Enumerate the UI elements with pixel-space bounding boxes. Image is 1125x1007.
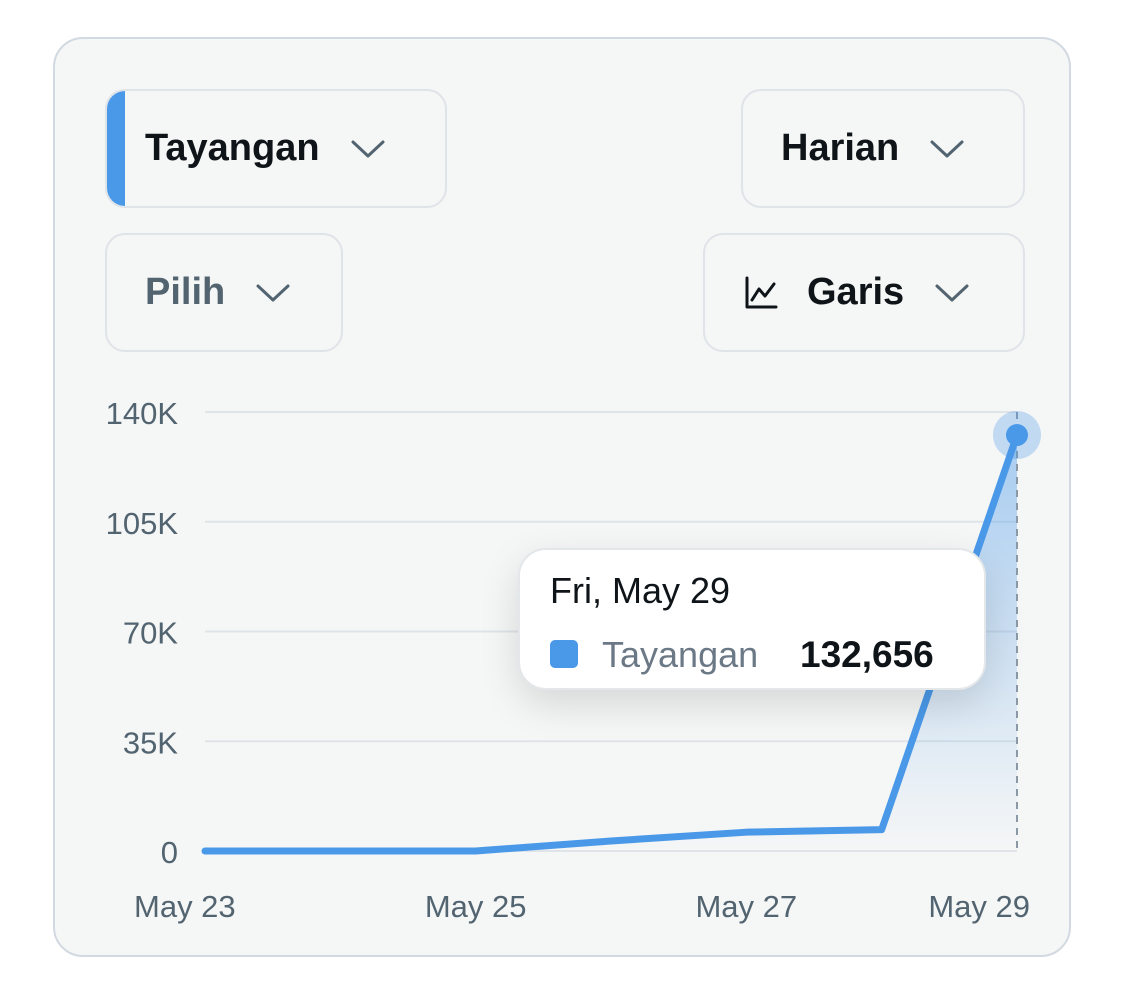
highlight-point (1006, 424, 1028, 447)
y-tick-label: 0 (161, 835, 178, 870)
x-tick-label: May 25 (425, 889, 527, 924)
x-tick-label: May 23 (134, 889, 236, 924)
y-tick-label: 105K (106, 506, 179, 541)
y-tick-label: 35K (123, 725, 178, 760)
tooltip-series-swatch (550, 640, 578, 668)
views-line-chart[interactable]: 0 35K 70K 105K 140K May 23 May 25 May 27 May 29 (0, 0, 1125, 1007)
tooltip-date: Fri, May 29 (550, 570, 731, 611)
tooltip-value: 132,656 (800, 634, 934, 675)
y-tick-label: 70K (123, 616, 178, 651)
x-tick-label: May 29 (928, 889, 1030, 924)
y-tick-label: 140K (106, 396, 179, 431)
tooltip-series-name: Tayangan (602, 634, 759, 675)
x-tick-label: May 27 (695, 889, 797, 924)
chart-tooltip: Fri, May 29 Tayangan 132,656 (518, 548, 986, 690)
